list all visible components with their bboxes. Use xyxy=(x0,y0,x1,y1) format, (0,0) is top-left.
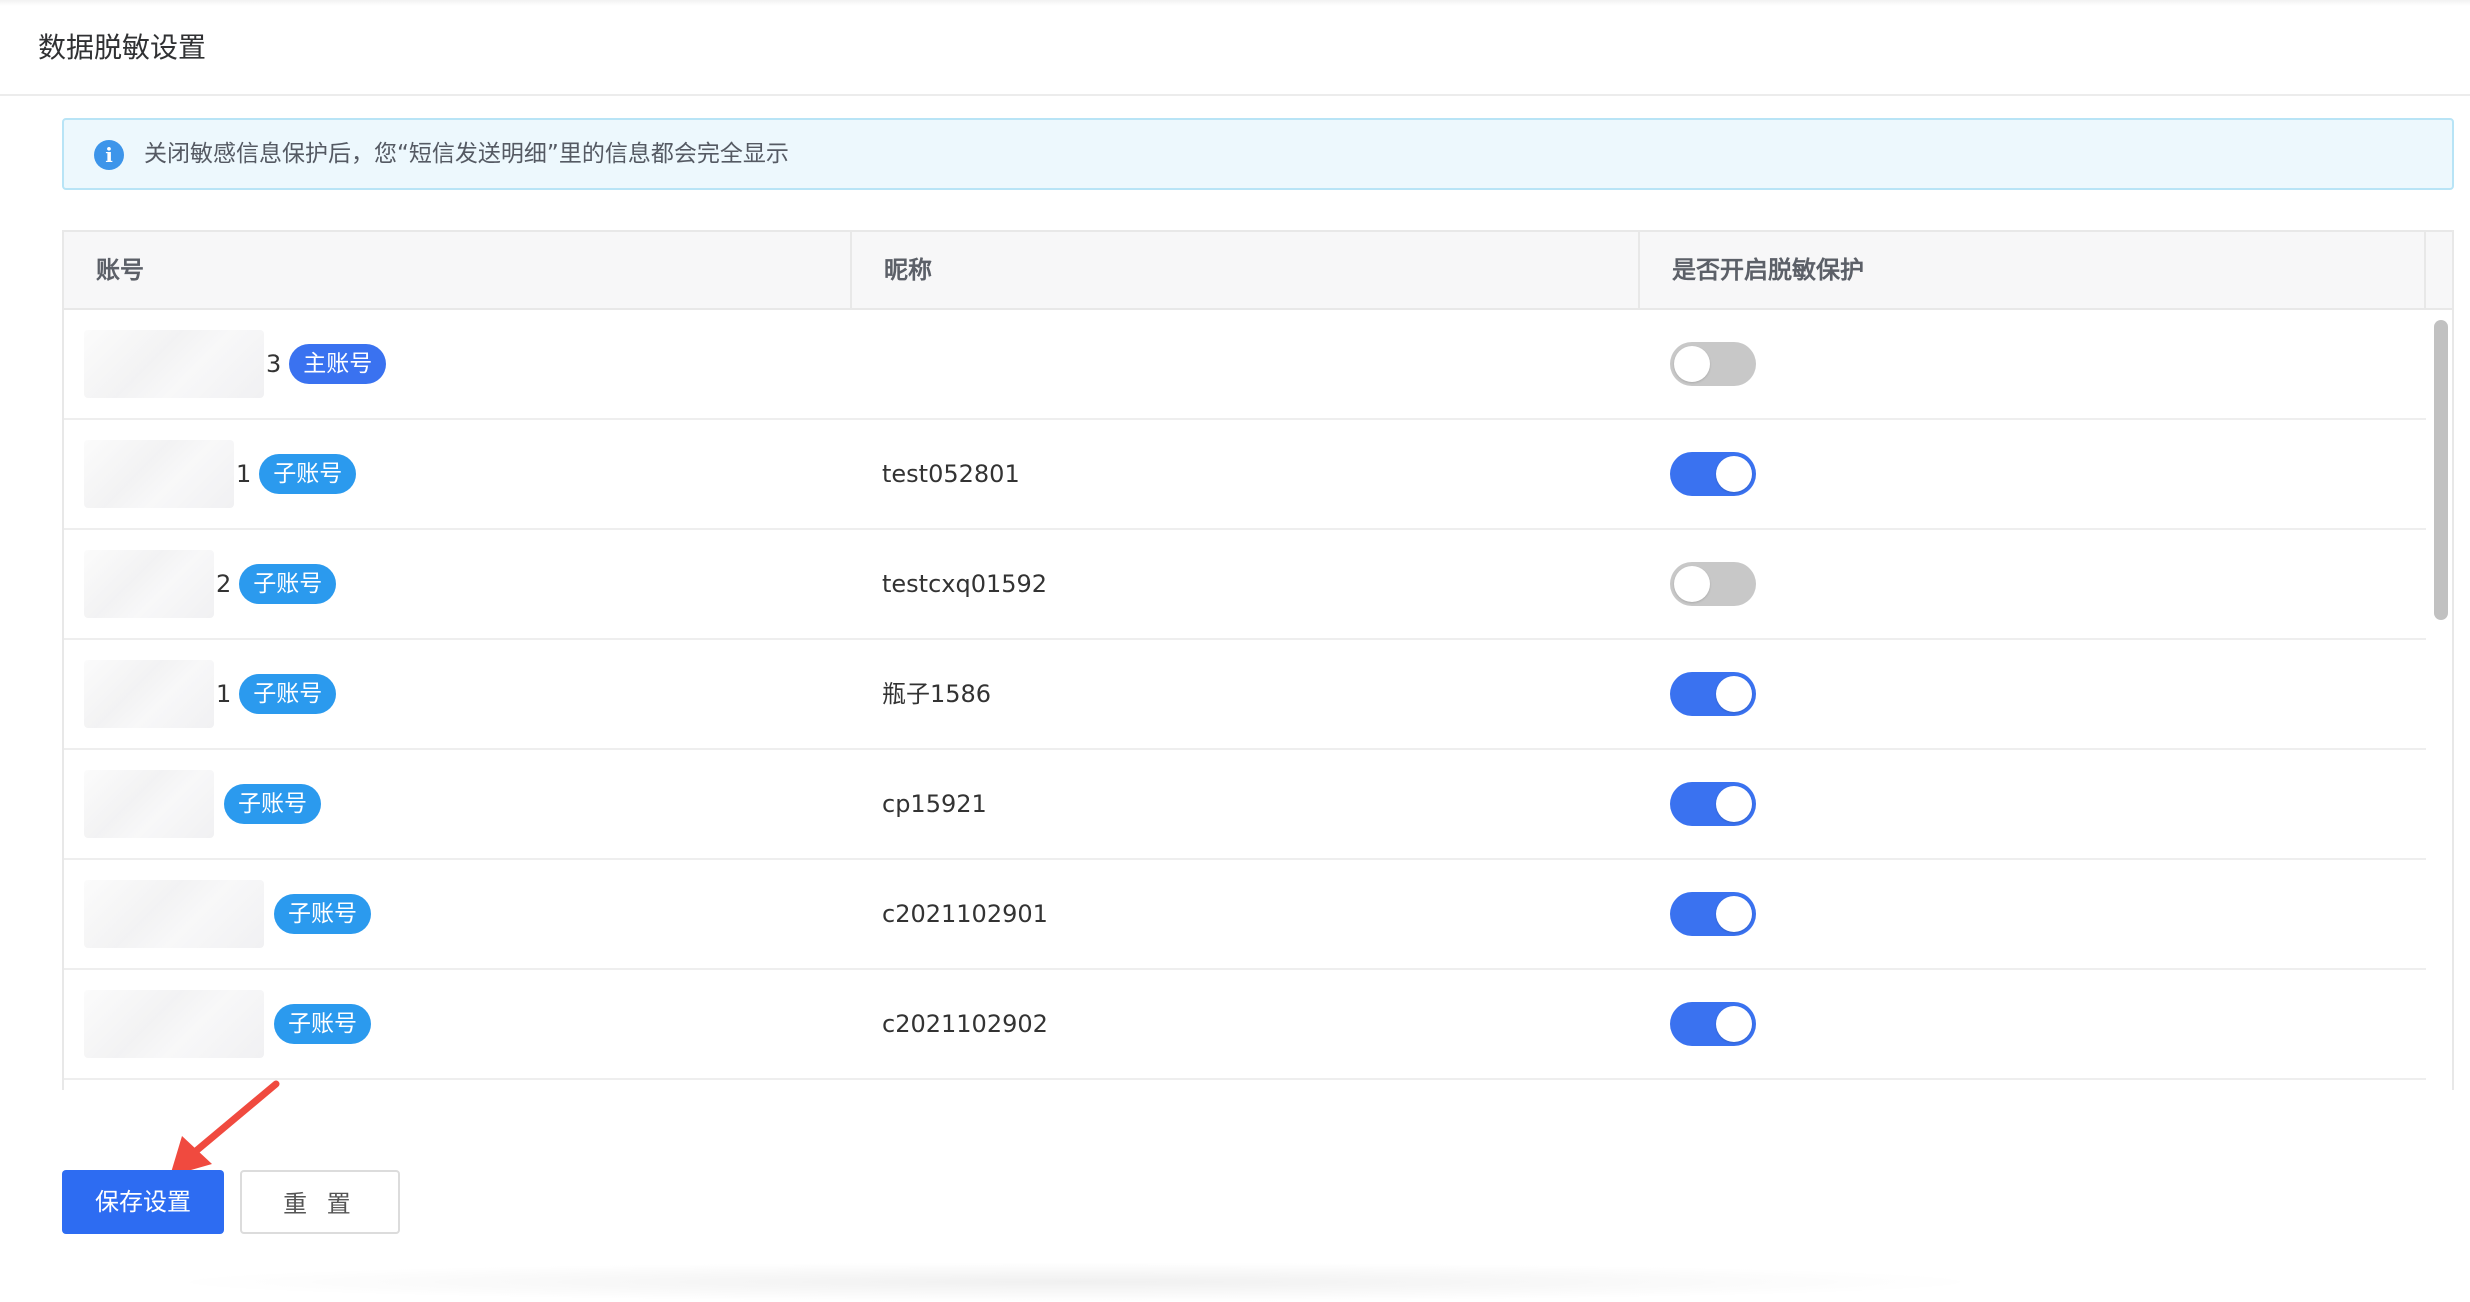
toggle-knob xyxy=(1674,346,1710,382)
account-cell: 3 主账号 xyxy=(84,310,387,418)
header-gutter xyxy=(2426,232,2452,310)
table-row: 子账号 c2021102902 xyxy=(64,970,2426,1080)
desensitize-toggle[interactable] xyxy=(1670,342,1756,386)
nickname-cell: 瓶子1586 xyxy=(882,680,992,708)
account-cell: 子账号 xyxy=(84,970,371,1078)
reset-button[interactable]: 重 置 xyxy=(240,1170,400,1234)
table-row: 1 子账号 test052801 xyxy=(64,420,2426,530)
table-row: 子账号 cp15921 xyxy=(64,750,2426,860)
info-alert: i 关闭敏感信息保护后，您“短信发送明细”里的信息都会完全显示 xyxy=(62,118,2454,190)
info-icon: i xyxy=(94,140,124,170)
account-id-tail: 1 xyxy=(216,680,232,708)
masked-account-id xyxy=(84,770,214,838)
alert-text: 关闭敏感信息保护后，您“短信发送明细”里的信息都会完全显示 xyxy=(144,141,789,167)
masked-account-id xyxy=(84,440,234,508)
bottom-shadow xyxy=(150,1262,2000,1302)
scrollbar-thumb[interactable] xyxy=(2434,320,2448,620)
nickname-cell: test052801 xyxy=(882,460,1020,488)
desensitize-toggle[interactable] xyxy=(1670,562,1756,606)
nickname-cell: c2021102902 xyxy=(882,1010,1048,1038)
sub-account-badge: 子账号 xyxy=(259,454,357,494)
sub-account-badge: 子账号 xyxy=(224,784,321,824)
masked-account-id xyxy=(84,880,264,948)
desensitize-toggle[interactable] xyxy=(1670,452,1756,496)
toggle-knob xyxy=(1716,676,1752,712)
sub-account-badge: 子账号 xyxy=(239,564,337,604)
toggle-knob xyxy=(1674,566,1710,602)
masked-account-id xyxy=(84,330,264,398)
annotation-arrow-icon xyxy=(170,1080,280,1176)
desensitize-toggle[interactable] xyxy=(1670,892,1756,936)
account-id-tail: 1 xyxy=(236,460,252,488)
account-cell: 2 子账号 xyxy=(84,530,337,638)
table-row: 子账号 c2021102901 xyxy=(64,860,2426,970)
column-header-account: 账号 xyxy=(64,232,852,308)
page-header: 数据脱敏设置 xyxy=(0,0,2470,96)
table-row: 1 子账号 瓶子1586 xyxy=(64,640,2426,750)
desensitize-toggle[interactable] xyxy=(1670,1002,1756,1046)
account-cell: 子账号 xyxy=(84,750,321,858)
table-header: 账号 昵称 是否开启脱敏保护 xyxy=(64,232,2426,310)
accounts-table: 账号 昵称 是否开启脱敏保护 3 主账号 1 子账号 test052801 2 子账号 tes… xyxy=(62,230,2454,1090)
column-header-nickname: 昵称 xyxy=(852,232,1640,308)
page-title: 数据脱敏设置 xyxy=(38,31,207,64)
desensitize-toggle[interactable] xyxy=(1670,672,1756,716)
table-row: 2 子账号 testcxq01592 xyxy=(64,530,2426,640)
save-settings-button[interactable]: 保存设置 xyxy=(62,1170,224,1234)
scrollbar-track[interactable] xyxy=(2426,310,2452,1090)
account-cell: 1 子账号 xyxy=(84,420,357,528)
toggle-knob xyxy=(1716,896,1752,932)
account-id-tail: 3 xyxy=(266,350,282,378)
account-cell: 子账号 xyxy=(84,860,371,968)
column-header-protection: 是否开启脱敏保护 xyxy=(1640,232,2426,308)
sub-account-badge: 子账号 xyxy=(274,894,371,934)
nickname-cell: cp15921 xyxy=(882,790,987,818)
nickname-cell: c2021102901 xyxy=(882,900,1048,928)
table-row: 3 主账号 xyxy=(64,310,2426,420)
account-id-tail: 2 xyxy=(216,570,232,598)
toggle-knob xyxy=(1716,786,1752,822)
masked-account-id xyxy=(84,660,214,728)
main-account-badge: 主账号 xyxy=(289,344,387,384)
nickname-cell: testcxq01592 xyxy=(882,570,1048,598)
masked-account-id xyxy=(84,990,264,1058)
sub-account-badge: 子账号 xyxy=(239,674,337,714)
toggle-knob xyxy=(1716,456,1752,492)
account-cell: 1 子账号 xyxy=(84,640,337,748)
sub-account-badge: 子账号 xyxy=(274,1004,371,1044)
toggle-knob xyxy=(1716,1006,1752,1042)
masked-account-id xyxy=(84,550,214,618)
desensitize-toggle[interactable] xyxy=(1670,782,1756,826)
